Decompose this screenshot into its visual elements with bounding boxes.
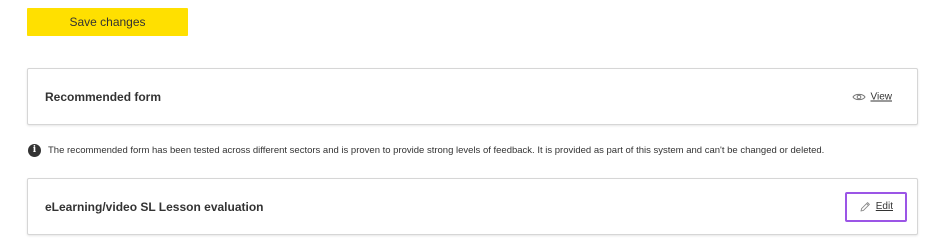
lesson-evaluation-title: eLearning/video SL Lesson evaluation [45,199,264,214]
save-changes-button[interactable]: Save changes [27,8,188,36]
recommended-form-notice: i The recommended form has been tested a… [28,144,824,157]
edit-link[interactable]: Edit [859,201,893,213]
notice-text: The recommended form has been tested acr… [48,145,825,156]
recommended-form-title: Recommended form [45,89,162,104]
info-icon: i [28,144,41,157]
view-link[interactable]: View [851,91,893,102]
recommended-form-card: Recommended form View [27,68,918,125]
form-settings-page: Save changes Recommended form View i The… [0,0,942,250]
pencil-icon [859,201,871,213]
view-link-label: View [870,91,893,102]
eye-icon [851,92,866,101]
lesson-evaluation-card: eLearning/video SL Lesson evaluation Edi… [27,178,918,235]
edit-link-label: Edit [875,201,893,212]
